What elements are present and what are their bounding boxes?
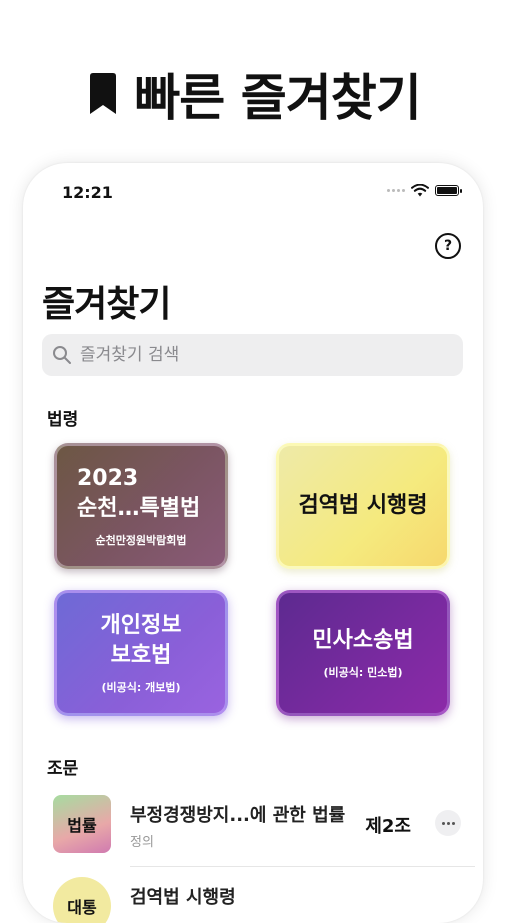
section-label-laws: 법령 [47, 410, 79, 430]
signal-icon [387, 189, 405, 192]
promo-title: 빠른 즐겨찾기 [134, 69, 421, 127]
help-button[interactable]: ? [435, 233, 461, 259]
law-card-suncheon[interactable]: 2023 순천…특별법 순천만정원박람회법 [54, 443, 228, 569]
status-icons [387, 184, 462, 197]
law-card-civil-procedure[interactable]: 민사소송법 (비공식: 민소법) [276, 590, 450, 716]
promo-header: 빠른 즐겨찾기 [0, 58, 507, 130]
battery-icon [435, 185, 462, 196]
card-title-line: 검역법 시행령 [298, 493, 428, 519]
card-title-line: 민사소송법 [312, 628, 414, 654]
search-input[interactable] [78, 344, 442, 366]
phone-frame: 12:21 ? 즐겨찾기 법령 2023 순천…특별법 순천만정원박람회법 검역… [23, 163, 483, 923]
card-title-line: 개인정보 [100, 613, 182, 639]
search-icon [53, 346, 71, 364]
article-list-item[interactable]: 대통 검역법 시행령 [23, 877, 483, 923]
list-divider [130, 866, 475, 867]
bookmark-icon [90, 73, 117, 114]
wifi-icon [411, 184, 429, 197]
card-subtitle: (비공식: 개보법) [101, 680, 181, 694]
search-bar[interactable] [42, 334, 463, 376]
status-time: 12:21 [62, 183, 113, 202]
card-subtitle: (비공식: 민소법) [323, 665, 403, 679]
card-subtitle: 순천만정원박람회법 [95, 533, 187, 547]
article-list-item[interactable]: 법률 부정경쟁방지...에 관한 법률 정의 제2조 [23, 795, 483, 865]
item-thumbnail: 법률 [53, 795, 111, 853]
card-title-line: 순천…특별법 [77, 496, 201, 521]
item-thumbnail: 대통 [53, 877, 111, 923]
more-options-button[interactable] [435, 810, 461, 836]
section-label-articles: 조문 [47, 759, 79, 779]
item-title: 부정경쟁방지...에 관한 법률 [130, 805, 346, 826]
item-title: 검역법 시행령 [130, 887, 236, 908]
page-title: 즐겨찾기 [42, 284, 171, 325]
law-card-privacy[interactable]: 개인정보 보호법 (비공식: 개보법) [54, 590, 228, 716]
item-subtitle: 정의 [130, 835, 154, 850]
card-title-line: 2023 [77, 466, 139, 492]
card-title-line: 보호법 [110, 643, 172, 668]
item-article-number: 제2조 [365, 816, 411, 837]
law-card-quarantine[interactable]: 검역법 시행령 [276, 443, 450, 569]
